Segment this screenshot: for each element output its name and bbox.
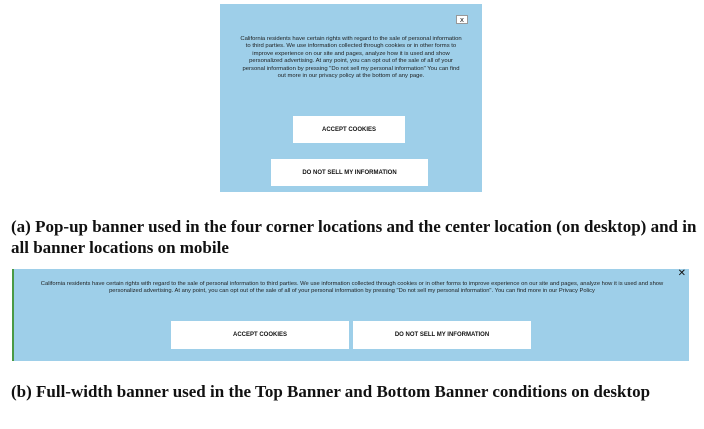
popup-body-text: California residents have certain rights… <box>240 36 462 80</box>
popup-banner: x California residents have certain righ… <box>220 4 482 192</box>
do-not-sell-button[interactable]: DO NOT SELL MY INFORMATION <box>271 159 428 186</box>
do-not-sell-button[interactable]: DO NOT SELL MY INFORMATION <box>353 321 531 349</box>
close-icon[interactable]: ✕ <box>678 269 686 279</box>
figure-caption-a: (a) Pop-up banner used in the four corne… <box>11 217 697 257</box>
figure-caption-b: (b) Full-width banner used in the Top Ba… <box>11 382 651 401</box>
full-width-banner: ✕ California residents have certain righ… <box>12 269 689 361</box>
close-icon[interactable]: x <box>456 15 468 24</box>
accept-cookies-button[interactable]: ACCEPT COOKIES <box>293 116 405 143</box>
accept-cookies-button[interactable]: ACCEPT COOKIES <box>171 321 349 349</box>
full-banner-body-text: California residents have certain rights… <box>40 281 664 295</box>
